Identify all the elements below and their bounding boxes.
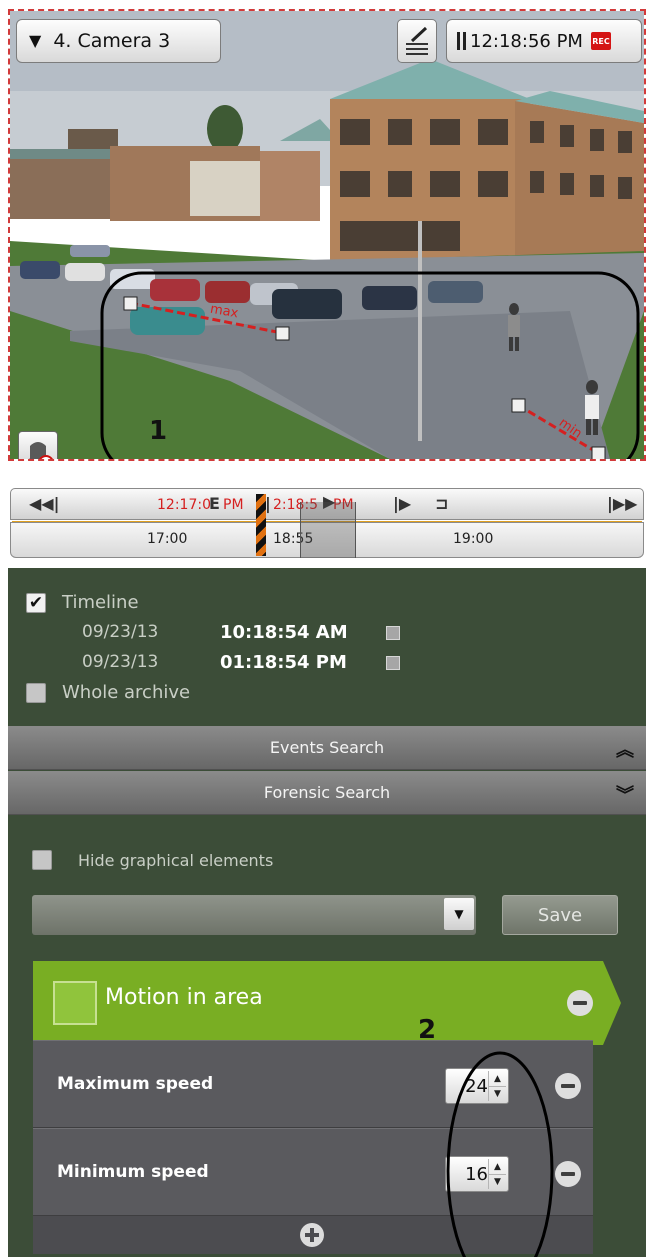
archive-timeline[interactable]: ◀◀| 12:17:0 E PM | 2:18:5 PM ▶ |▶ ⊐ |▶▶ …	[10, 488, 644, 560]
from-time-picker-button[interactable]	[386, 626, 400, 640]
frame-forward-icon[interactable]: |▶	[393, 494, 411, 513]
dropdown-arrow-icon[interactable]: ▼	[444, 898, 474, 930]
save-button[interactable]: Save	[502, 895, 618, 935]
note-pencil-icon	[406, 26, 428, 55]
motion-in-area-condition[interactable]: Motion in area	[33, 961, 603, 1045]
hide-graphical-checkbox[interactable]	[32, 850, 52, 870]
camera-selector[interactable]: ▼ 4. Camera 3	[16, 19, 221, 63]
param-label: Maximum speed	[57, 1074, 214, 1094]
clock-time: 12:18:56 PM	[470, 30, 583, 52]
hide-graphical-label: Hide graphical elements	[78, 850, 274, 870]
skip-forward-icon[interactable]: |▶▶	[607, 494, 637, 513]
timeline-tick: 17:00	[147, 531, 188, 547]
current-time-left-ampm: PM	[223, 497, 244, 513]
timeline-label: Timeline	[62, 592, 139, 613]
area-icon	[53, 981, 97, 1025]
annotation-marker-1: 1	[149, 416, 168, 446]
annotation-highlight-ellipse	[446, 1051, 554, 1257]
timeline-checkbox[interactable]: ✔	[26, 592, 46, 613]
chevron-up-icon[interactable]: ︽	[616, 736, 634, 762]
condition-title: Motion in area	[105, 985, 263, 1010]
from-time: 10:18:54 AM	[220, 622, 348, 643]
forensic-search-header[interactable]: Forensic Search ︾	[8, 771, 646, 815]
camera-name: 4. Camera 3	[53, 30, 171, 52]
rec-badge: REC	[590, 32, 611, 50]
comment-button[interactable]	[397, 19, 437, 63]
from-date: 09/23/13	[82, 622, 159, 642]
camera-frame	[10, 11, 644, 459]
whole-archive-row[interactable]: Whole archive	[26, 682, 190, 703]
current-time-left: 12:17:0	[157, 497, 211, 513]
events-search-header[interactable]: Events Search ︽	[8, 726, 646, 770]
add-param-button[interactable]	[300, 1223, 324, 1247]
timeline-cursor[interactable]	[300, 502, 356, 558]
step-back-icon[interactable]: E	[209, 494, 220, 513]
events-search-title: Events Search	[269, 738, 385, 757]
playback-clock[interactable]: 12:18:56 PM REC	[446, 19, 642, 63]
chevron-down-icon[interactable]: ︾	[616, 781, 634, 807]
dropdown-arrow-icon: ▼	[29, 31, 42, 50]
timeline-tick: 19:00	[453, 531, 494, 547]
skip-back-icon[interactable]: ◀◀|	[29, 494, 59, 513]
app-window: max min 1 ▼ 4. Camera 3 12:18:56 PM REC	[0, 0, 650, 1257]
condition-arrow-tip	[603, 961, 621, 1045]
to-time: 01:18:54 PM	[220, 652, 347, 673]
hide-graphical-row[interactable]: Hide graphical elements	[32, 850, 273, 870]
step-forward-icon[interactable]: ⊐	[435, 494, 448, 513]
to-time-picker-button[interactable]	[386, 656, 400, 670]
param-label: Minimum speed	[57, 1162, 209, 1182]
alarm-bell-icon	[29, 442, 53, 459]
preset-select[interactable]: ▼	[32, 895, 476, 935]
to-date: 09/23/13	[82, 652, 159, 672]
alarm-button[interactable]	[18, 431, 58, 459]
pause-icon	[457, 32, 466, 50]
search-panel: ✔ Timeline 09/23/13 10:18:54 AM 09/23/13…	[8, 568, 646, 1257]
video-viewport[interactable]: max min 1 ▼ 4. Camera 3 12:18:56 PM REC	[8, 9, 646, 461]
forensic-search-title: Forensic Search	[263, 783, 391, 802]
timeline-interval-marker[interactable]	[256, 494, 266, 556]
remove-condition-button[interactable]	[567, 990, 593, 1016]
timeline-checkbox-row[interactable]: ✔ Timeline	[26, 592, 139, 613]
whole-archive-label: Whole archive	[62, 682, 191, 703]
whole-archive-checkbox[interactable]	[26, 682, 46, 703]
